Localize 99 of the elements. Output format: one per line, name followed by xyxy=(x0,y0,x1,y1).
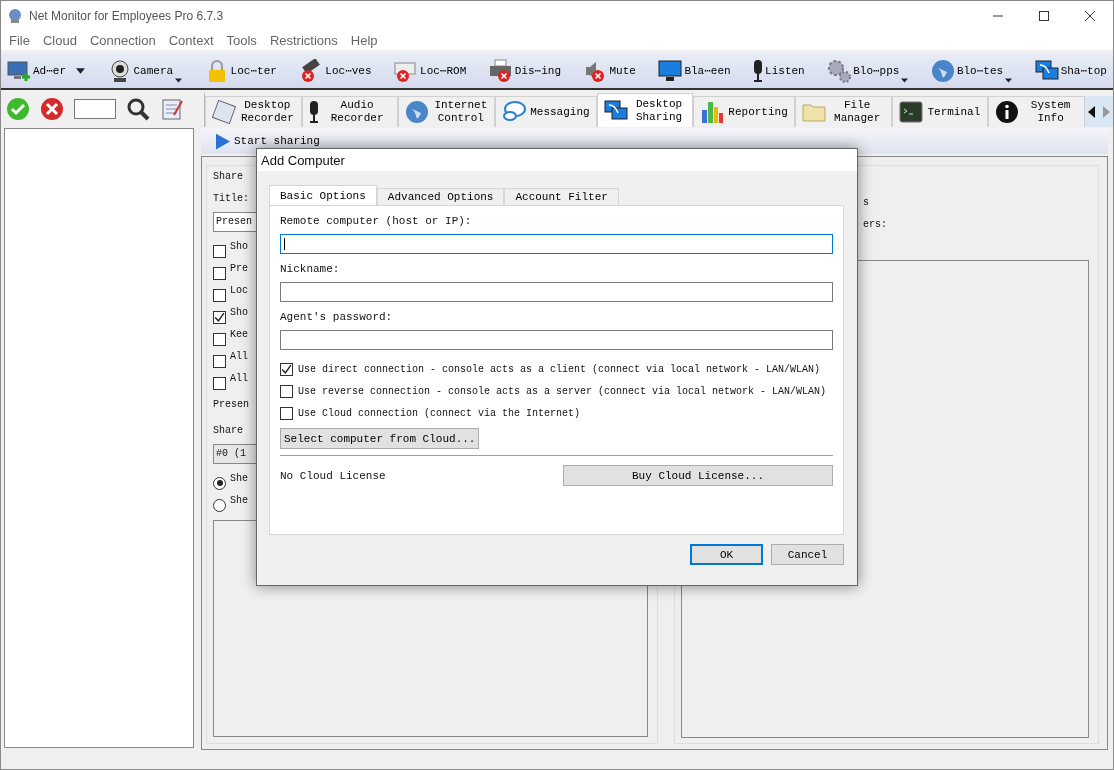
checkbox[interactable] xyxy=(213,332,226,346)
menu-item[interactable]: Context xyxy=(163,32,222,48)
share-label: Share xyxy=(213,424,243,438)
chat-bubbles-icon xyxy=(502,100,527,124)
checkbox[interactable] xyxy=(213,288,226,302)
shared-monitor-icon xyxy=(1034,58,1059,83)
toolbar-button[interactable]: Blo⋯tes xyxy=(930,58,1013,83)
tab[interactable]: Desktop Recorder xyxy=(205,96,302,127)
toolbar-button[interactable]: Loc⋯ves xyxy=(299,58,372,83)
radio-label: She xyxy=(230,472,248,486)
select-computer-button[interactable]: Select computer from Cloud... xyxy=(280,428,480,449)
checkbox[interactable] xyxy=(213,354,226,368)
field-label: Nickname: xyxy=(280,262,341,276)
tab[interactable]: Reporting xyxy=(693,96,795,127)
checkbox[interactable] xyxy=(280,384,293,398)
section-label: Presen xyxy=(213,398,249,412)
menu-item[interactable]: Help xyxy=(345,32,386,48)
dropdown-caret-icon[interactable] xyxy=(175,77,183,83)
toolbar-button[interactable]: Ad⋯er xyxy=(7,58,86,83)
printer-blocked-icon xyxy=(488,58,513,83)
search-icon[interactable] xyxy=(126,97,150,121)
window-title: Net Monitor for Employees Pro 6.7.3 xyxy=(29,8,224,23)
tab[interactable]: Account Filter xyxy=(504,188,619,205)
checkbox-label: Sho xyxy=(230,240,248,254)
toolbar-button[interactable]: Bla⋯een xyxy=(658,58,731,83)
checkbox-label: All xyxy=(230,350,248,364)
ok-button[interactable]: OK xyxy=(690,544,763,565)
toolbar-button[interactable]: Loc⋯ROM xyxy=(394,58,467,83)
toolbar-button[interactable]: Camera xyxy=(107,58,183,83)
checkbox-label: Kee xyxy=(230,328,248,342)
tab[interactable]: Advanced Options xyxy=(376,188,505,205)
microphone-icon xyxy=(308,100,319,124)
bar-chart-icon xyxy=(700,100,725,124)
tab[interactable]: Desktop Sharing xyxy=(596,93,694,127)
checkbox[interactable] xyxy=(213,376,226,390)
menu-item[interactable]: File xyxy=(4,32,38,48)
menu-item[interactable]: Connection xyxy=(84,32,164,48)
quick-input-field[interactable] xyxy=(74,99,116,119)
toolbar-button[interactable]: Sha⋯top xyxy=(1034,58,1107,83)
input-field[interactable] xyxy=(280,234,833,254)
accept-icon[interactable] xyxy=(6,97,30,121)
group-text: s xyxy=(862,196,869,210)
dropdown-caret-icon[interactable] xyxy=(1005,77,1013,83)
checkbox-label: All xyxy=(230,372,248,386)
checkbox-label: Loc xyxy=(230,284,248,298)
start-sharing-button[interactable]: Start sharing xyxy=(216,132,320,150)
input-field[interactable] xyxy=(280,330,833,350)
field-label: Remote computer (host or IP): xyxy=(280,214,473,228)
dropdown-caret-icon[interactable] xyxy=(901,77,909,83)
notepad-icon[interactable] xyxy=(160,97,184,121)
buy-license-button[interactable]: Buy Cloud License... xyxy=(563,465,833,486)
checkbox-label: Use reverse connection - console acts as a server (connect via local network - LAN/WLAN) xyxy=(298,385,827,397)
menu-item[interactable]: Cloud xyxy=(37,32,85,48)
scroll-left-icon[interactable] xyxy=(1088,105,1096,118)
checkbox-label: Sho xyxy=(230,306,248,320)
info-icon xyxy=(995,100,1020,124)
radio-label: She xyxy=(230,494,248,508)
gears-icon xyxy=(827,58,852,83)
terminal-icon xyxy=(898,100,923,124)
tab[interactable]: System Info xyxy=(988,96,1085,127)
toolbar-button[interactable]: Dis⋯ing xyxy=(488,58,561,83)
cancel-icon[interactable] xyxy=(40,97,64,121)
checkbox-label: Use Cloud connection (connect via the Internet) xyxy=(298,407,581,419)
tab[interactable]: Internet Control xyxy=(398,96,496,127)
toolbar-button[interactable]: Loc⋯ter xyxy=(204,58,277,83)
checkbox[interactable] xyxy=(213,266,226,280)
toolbar-button[interactable]: Blo⋯pps xyxy=(827,58,909,83)
cancel-button[interactable]: Cancel xyxy=(771,544,844,565)
checkbox[interactable] xyxy=(280,362,293,376)
checkbox[interactable] xyxy=(280,406,293,420)
dropdown-caret-icon[interactable] xyxy=(76,67,86,74)
tab[interactable]: Messaging xyxy=(495,96,597,127)
checkbox-label: Pre xyxy=(230,262,248,276)
field-label: Agent's password: xyxy=(280,310,394,324)
toolbar-button[interactable]: Mute xyxy=(583,58,636,83)
menu-item[interactable]: Tools xyxy=(221,32,265,48)
radio-button[interactable] xyxy=(213,498,226,512)
tab[interactable]: Basic Options xyxy=(269,185,377,205)
monitor-icon xyxy=(658,58,683,83)
tab[interactable]: Audio Recorder xyxy=(301,96,399,127)
checkbox-label: Use direct connection - console acts as a client (connect via local network - LAN/WLAN) xyxy=(298,363,821,375)
shared-monitor-icon xyxy=(603,98,628,123)
radio-button[interactable] xyxy=(213,476,226,490)
menu-item[interactable]: Restrictions xyxy=(264,32,346,48)
title-label: Title: xyxy=(213,192,249,206)
checkbox[interactable] xyxy=(213,310,226,324)
dialog-title: Add Computer xyxy=(261,152,345,168)
monitor-add-icon xyxy=(7,58,31,83)
play-icon xyxy=(216,132,230,150)
tab[interactable]: File Manager xyxy=(794,96,892,127)
license-status: No Cloud License xyxy=(280,469,386,482)
group-text: ers: xyxy=(862,218,887,232)
checkbox[interactable] xyxy=(213,244,226,258)
group-legend: Share xyxy=(213,170,243,184)
input-field[interactable] xyxy=(280,282,833,302)
app-icon xyxy=(7,7,23,24)
microphone-icon xyxy=(753,58,764,83)
tab[interactable]: Terminal xyxy=(891,96,989,127)
toolbar-button[interactable]: Listen xyxy=(753,58,805,83)
